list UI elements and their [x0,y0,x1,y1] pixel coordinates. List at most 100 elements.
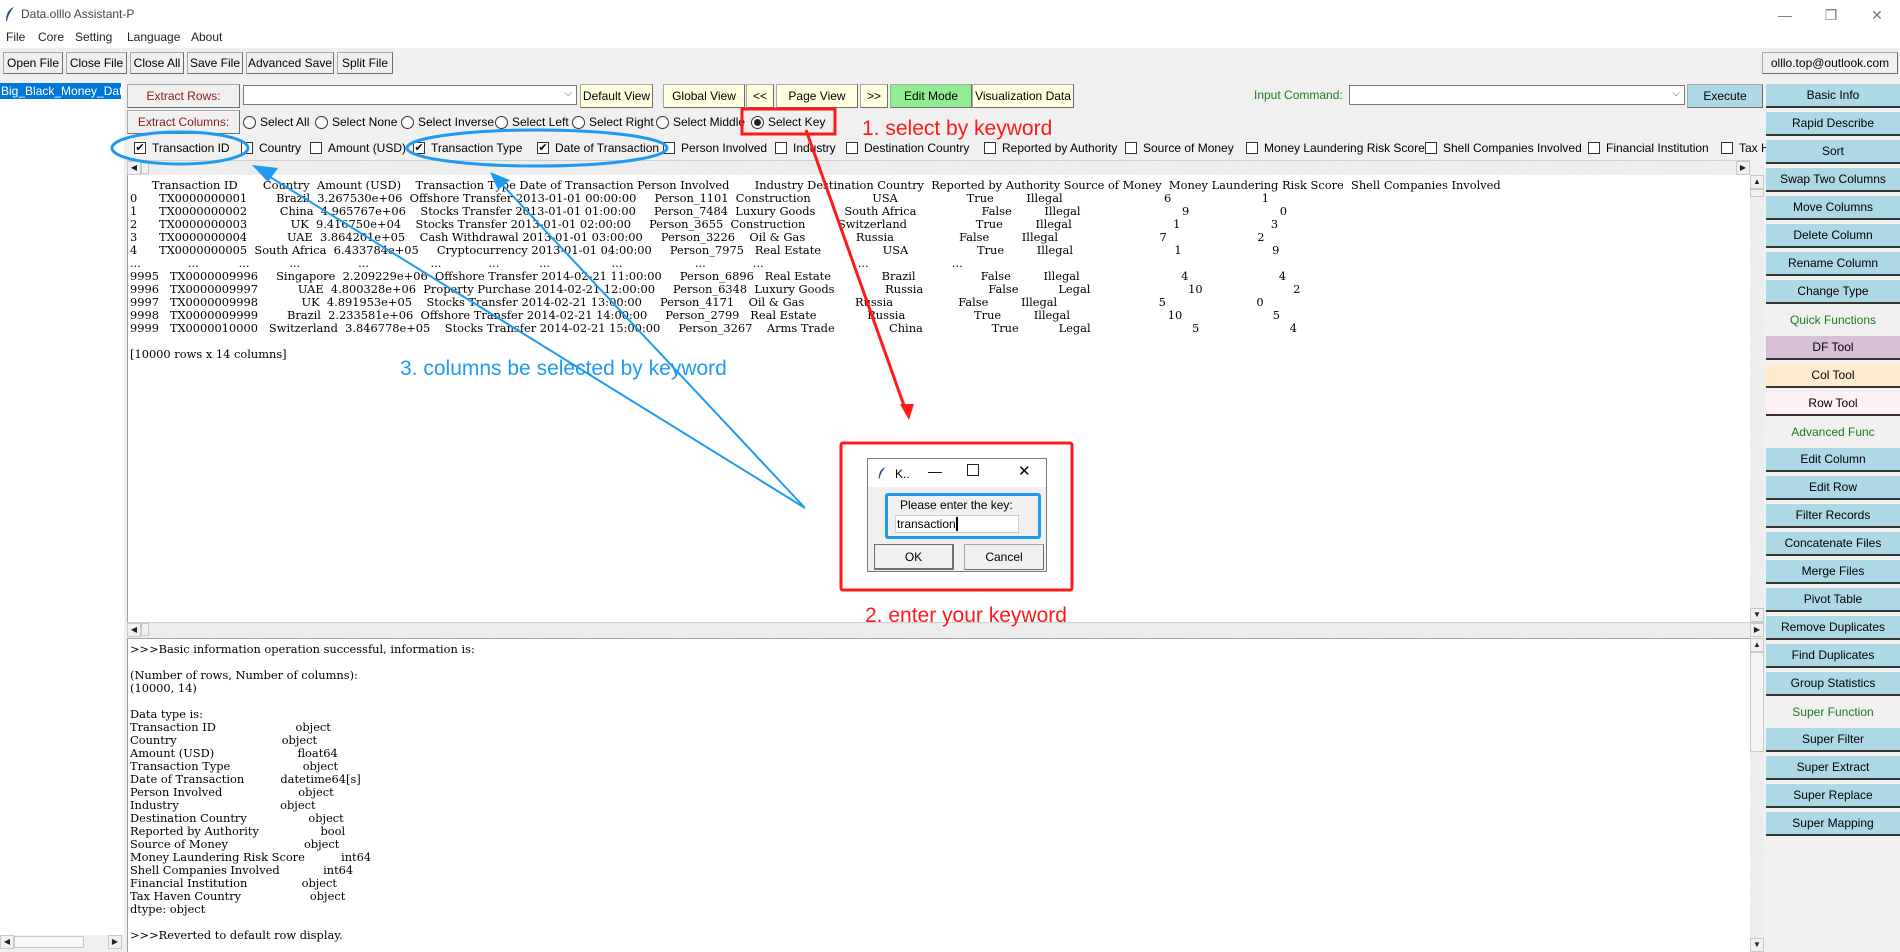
cancel-button[interactable]: Cancel [964,544,1044,570]
rename-column-button[interactable]: Rename Column [1766,252,1900,276]
input-command-field[interactable]: ⌵ [1349,85,1685,105]
menu-setting[interactable]: Setting [75,30,112,44]
scroll-left-icon[interactable]: ◀ [127,161,141,175]
row-tool-button[interactable]: Row Tool [1766,392,1900,416]
edit-row-button[interactable]: Edit Row [1766,476,1900,500]
column-checkbox-financial-institution[interactable]: Financial Institution [1588,140,1709,156]
key-input[interactable]: transaction​ [895,515,1019,533]
scroll-thumb[interactable] [14,936,84,948]
radio-select-middle[interactable]: Select Middle [656,114,745,130]
global-view-button[interactable]: Global View [663,84,745,108]
find-duplicates-button[interactable]: Find Duplicates [1766,644,1900,668]
column-checkbox-transaction-type[interactable]: ✔ Transaction Type [413,140,522,156]
console-output[interactable]: >>>Basic information operation successfu… [127,638,1750,952]
column-checkbox-money-laundering-risk-score[interactable]: Money Laundering Risk Score [1246,140,1425,156]
radio-select-all[interactable]: Select All [243,114,309,130]
col-tool-button[interactable]: Col Tool [1766,364,1900,388]
scroll-thumb[interactable] [1750,652,1764,752]
minimize-icon[interactable]: — [928,463,942,479]
radio-select-none[interactable]: Select None [315,114,397,130]
column-checkbox-amount-usd[interactable]: Amount (USD) [310,140,406,156]
ok-button[interactable]: OK [874,544,954,570]
concatenate-files-button[interactable]: Concatenate Files [1766,532,1900,556]
column-checkbox-transaction-id[interactable]: ✔ Transaction ID [134,140,230,156]
close-file-button[interactable]: Close File [66,52,127,74]
scroll-down-icon[interactable]: ▼ [1750,938,1764,952]
file-list-item[interactable]: Big_Black_Money_Data [0,83,121,99]
scroll-left-icon[interactable]: ◀ [127,623,141,637]
column-checkbox-person-involved[interactable]: Person Involved [663,140,767,156]
super-mapping-button[interactable]: Super Mapping [1766,812,1900,836]
save-file-button[interactable]: Save File [187,52,243,74]
edit-column-button[interactable]: Edit Column [1766,448,1900,472]
file-list-hscroll[interactable]: ◀ ▶ [0,935,124,949]
scroll-right-icon[interactable]: ▶ [108,935,122,949]
scroll-thumb[interactable] [1750,189,1764,197]
visualization-data-button[interactable]: Visualization Data [972,84,1074,108]
column-checkbox-date-of-transaction[interactable]: ✔ Date of Transaction [537,140,659,156]
change-type-button[interactable]: Change Type [1766,280,1900,304]
extract-rows-button[interactable]: Extract Rows: [127,84,240,108]
scroll-right-icon[interactable]: ▶ [1736,161,1750,175]
move-columns-button[interactable]: Move Columns [1766,196,1900,220]
pivot-table-button[interactable]: Pivot Table [1766,588,1900,612]
menu-language[interactable]: Language [127,30,180,44]
minimize-icon[interactable]: — [1762,2,1808,28]
column-checkbox-tax-h[interactable]: Tax H [1721,140,1770,156]
df-tool-button[interactable]: DF Tool [1766,336,1900,360]
scroll-down-icon[interactable]: ▼ [1750,608,1764,622]
close-all-button[interactable]: Close All [130,52,184,74]
column-checkbox-reported-by-authority[interactable]: Reported by Authority [984,140,1117,156]
scroll-left-icon[interactable]: ◀ [0,935,14,949]
remove-duplicates-button[interactable]: Remove Duplicates [1766,616,1900,640]
radio-select-right[interactable]: Select Right [572,114,654,130]
edit-mode-button[interactable]: Edit Mode [890,84,972,108]
execute-button[interactable]: Execute [1687,84,1763,108]
column-checkbox-industry[interactable]: Industry [775,140,836,156]
table-vscroll[interactable]: ▲ ▼ [1750,175,1764,622]
radio-select-inverse[interactable]: Select Inverse [401,114,494,130]
sort-button[interactable]: Sort [1766,140,1900,164]
scroll-thumb[interactable] [141,161,149,174]
menu-file[interactable]: File [6,30,25,44]
page-view-button[interactable]: Page View [776,84,858,108]
merge-files-button[interactable]: Merge Files [1766,560,1900,584]
column-checkbox-destination-country[interactable]: Destination Country [846,140,969,156]
column-checkbox-shell-companies-involved[interactable]: Shell Companies Involved [1425,140,1582,156]
column-checkbox-country[interactable]: Country [241,140,301,156]
open-file-button[interactable]: Open File [3,52,63,74]
swap-two-columns-button[interactable]: Swap Two Columns [1766,168,1900,192]
filter-records-button[interactable]: Filter Records [1766,504,1900,528]
group-statistics-button[interactable]: Group Statistics [1766,672,1900,696]
restore-icon[interactable]: ❐ [1808,2,1854,28]
table-top-hscroll[interactable]: ◀ ▶ [127,160,1750,175]
super-filter-button[interactable]: Super Filter [1766,728,1900,752]
scroll-up-icon[interactable]: ▲ [1750,638,1764,652]
prev-page-button[interactable]: << [746,84,774,108]
menu-about[interactable]: About [191,30,222,44]
column-checkbox-source-of-money[interactable]: Source of Money [1125,140,1234,156]
split-file-button[interactable]: Split File [337,52,393,74]
radio-select-key[interactable]: Select Key [751,114,825,130]
scroll-right-icon[interactable]: ▶ [1750,623,1764,637]
super-extract-button[interactable]: Super Extract [1766,756,1900,780]
scroll-up-icon[interactable]: ▲ [1750,175,1764,189]
console-vscroll[interactable]: ▲ ▼ [1750,638,1764,952]
radio-select-left[interactable]: Select Left [495,114,569,130]
extract-columns-button[interactable]: Extract Columns: [127,110,240,134]
extract-rows-input[interactable]: ⌵ [243,85,577,105]
rapid-describe-button[interactable]: Rapid Describe [1766,112,1900,136]
delete-column-button[interactable]: Delete Column [1766,224,1900,248]
menu-core[interactable]: Core [38,30,64,44]
checkbox-icon [1125,142,1137,154]
email-button[interactable]: olllo.top@outlook.com [1762,52,1898,74]
close-icon[interactable]: ✕ [1854,2,1900,28]
maximize-icon[interactable] [967,464,979,476]
scroll-thumb[interactable] [141,623,149,636]
super-replace-button[interactable]: Super Replace [1766,784,1900,808]
basic-info-button[interactable]: Basic Info [1766,84,1900,108]
default-view-button[interactable]: Default View [580,84,653,108]
close-icon[interactable]: ✕ [1018,462,1031,480]
next-page-button[interactable]: >> [860,84,888,108]
advanced-save-button[interactable]: Advanced Save [246,52,334,74]
